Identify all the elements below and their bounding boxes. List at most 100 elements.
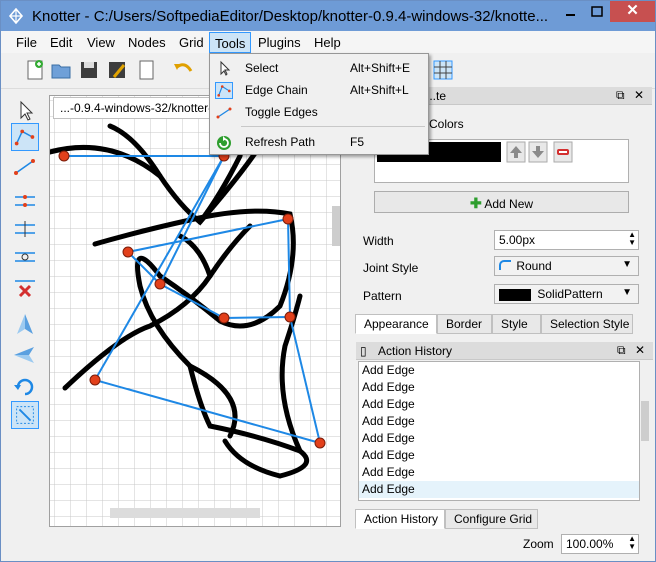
close-button[interactable]: ✕ [610, 1, 655, 22]
menu-item-shortcut: Alt+Shift+L [350, 83, 409, 97]
joint-style-label: Joint Style [363, 261, 419, 275]
close-icon: ✕ [626, 2, 639, 19]
history-item-current[interactable]: Add Edge [359, 481, 639, 498]
tab-configure-grid[interactable]: Configure Grid [445, 509, 538, 529]
save-icon[interactable] [77, 57, 101, 83]
chevron-down-icon: ▼ [622, 259, 632, 270]
maximize-button[interactable] [584, 1, 610, 22]
tab-appearance[interactable]: Appearance [355, 314, 437, 334]
dock-float-icon[interactable]: ⧉ [617, 343, 626, 358]
remove-color-icon[interactable] [553, 141, 573, 163]
move-up-icon[interactable] [506, 141, 526, 163]
title-bar: Knotter - C:/Users/SoftpediaEditor/Deskt… [1, 1, 655, 31]
menu-item-shortcut: F5 [350, 135, 365, 149]
spin-arrows-icon[interactable]: ▲ ▼ [628, 535, 636, 551]
app-logo-icon [8, 8, 24, 24]
menu-item-select[interactable]: Select Alt+Shift+E [211, 57, 427, 79]
tab-action-history[interactable]: Action History [355, 509, 445, 529]
new-file-icon[interactable] [23, 57, 47, 83]
menu-file[interactable]: File [16, 35, 37, 50]
tool-palette [6, 91, 42, 531]
history-item[interactable]: Add Edge [359, 413, 639, 430]
menu-item-label: Refresh Path [245, 135, 316, 149]
zoom-spinbox[interactable]: 100.00% ▲ ▼ [561, 534, 639, 554]
window-title: Knotter - C:/Users/SoftpediaEditor/Deskt… [32, 8, 549, 25]
export-icon[interactable] [135, 57, 159, 83]
menu-edit[interactable]: Edit [50, 35, 72, 50]
dock-close-icon[interactable]: ✕ [634, 88, 644, 102]
tab-style[interactable]: Style [492, 314, 541, 334]
flip-vertical-icon[interactable] [11, 311, 39, 339]
knot-canvas[interactable] [49, 95, 341, 527]
history-item[interactable]: Add Edge [359, 464, 639, 481]
document-tab[interactable]: ...-0.9.4-windows-32/knotter-0... [53, 97, 223, 119]
edge-type-crossing-icon[interactable] [11, 187, 39, 215]
tab-border[interactable]: Border [437, 314, 492, 334]
history-panel-title: Action History [378, 344, 453, 358]
history-item[interactable]: Add Edge [359, 447, 639, 464]
grid-toggle-icon[interactable] [431, 57, 455, 83]
menu-plugins[interactable]: Plugins [258, 35, 301, 50]
menu-grid[interactable]: Grid [179, 35, 204, 50]
flip-horizontal-icon[interactable] [11, 341, 39, 369]
pattern-combo[interactable]: SolidPattern ▼ [494, 284, 639, 304]
history-item[interactable]: Add Edge [359, 379, 639, 396]
pattern-swatch [499, 288, 531, 301]
menu-separator [241, 126, 425, 127]
dock-float-icon[interactable]: ⧉ [616, 88, 625, 103]
undo-icon[interactable] [171, 57, 195, 83]
pattern-label: Pattern [363, 289, 402, 303]
joint-style-value: Round [516, 259, 552, 273]
toggle-edge-tool-icon[interactable] [11, 153, 39, 181]
spin-arrows-icon[interactable]: ▲ ▼ [628, 231, 636, 247]
history-item[interactable]: Add Edge [359, 430, 639, 447]
action-history-list[interactable]: Add Edge Add Edge Add Edge Add Edge Add … [358, 361, 640, 501]
edge-chain-icon [215, 82, 233, 99]
dock-close-icon[interactable]: ✕ [635, 343, 645, 357]
edge-chain-tool-icon[interactable] [11, 123, 39, 151]
rotate-icon[interactable] [11, 373, 39, 401]
main-window: Knotter - C:/Users/SoftpediaEditor/Deskt… [0, 0, 656, 562]
horizontal-scrollbar[interactable] [110, 508, 260, 518]
open-file-icon[interactable] [49, 57, 73, 83]
maximize-icon [591, 6, 603, 17]
edge-type-wall-icon[interactable] [11, 215, 39, 243]
menu-item-label: Select [245, 61, 279, 75]
history-panel-titlebar: ▯ Action History ⧉ ✕ [356, 342, 653, 360]
menu-item-shortcut: Alt+Shift+E [350, 61, 411, 75]
pattern-value: SolidPattern [537, 287, 603, 301]
menu-item-toggle-edges[interactable]: Toggle Edges [211, 101, 427, 123]
history-item[interactable]: Add Edge [359, 396, 639, 413]
history-item[interactable]: Add Edge [359, 362, 639, 379]
menu-item-label: Toggle Edges [245, 105, 318, 119]
menu-tools[interactable]: Tools [209, 32, 252, 53]
menu-item-refresh-path[interactable]: Refresh Path F5 [211, 131, 427, 153]
edge-type-hole-icon[interactable] [11, 243, 39, 271]
vertical-scrollbar-thumb[interactable] [332, 206, 340, 246]
delete-edge-icon[interactable] [11, 273, 39, 301]
move-down-icon[interactable] [528, 141, 548, 163]
knot-drawing[interactable] [50, 96, 341, 527]
menu-nodes[interactable]: Nodes [128, 35, 166, 50]
menu-view[interactable]: View [87, 35, 115, 50]
add-new-color-button[interactable]: ✚ Add New [374, 191, 629, 213]
refresh-icon [217, 136, 231, 150]
plus-icon: ✚ [469, 195, 482, 211]
add-new-label: Add New [484, 197, 534, 211]
save-as-icon[interactable] [105, 57, 129, 83]
history-scrollbar-thumb[interactable] [641, 401, 649, 441]
scale-icon[interactable] [11, 401, 39, 429]
width-spinbox[interactable]: 5.00px ▲ ▼ [494, 230, 639, 250]
zoom-label: Zoom [523, 537, 554, 551]
menu-help[interactable]: Help [314, 35, 341, 50]
tab-selection-style[interactable]: Selection Style [541, 314, 633, 334]
history-scrollbar[interactable] [640, 361, 650, 501]
joint-style-combo[interactable]: Round ▼ [494, 256, 639, 276]
select-tool-icon[interactable] [11, 97, 39, 125]
menu-item-edge-chain[interactable]: Edge Chain Alt+Shift+L [211, 79, 427, 101]
zoom-value: 100.00% [566, 537, 614, 551]
minimize-icon [566, 14, 575, 16]
width-label: Width [363, 234, 394, 248]
minimize-button[interactable] [557, 1, 584, 22]
status-bar: Zoom 100.00% ▲ ▼ [1, 531, 655, 561]
